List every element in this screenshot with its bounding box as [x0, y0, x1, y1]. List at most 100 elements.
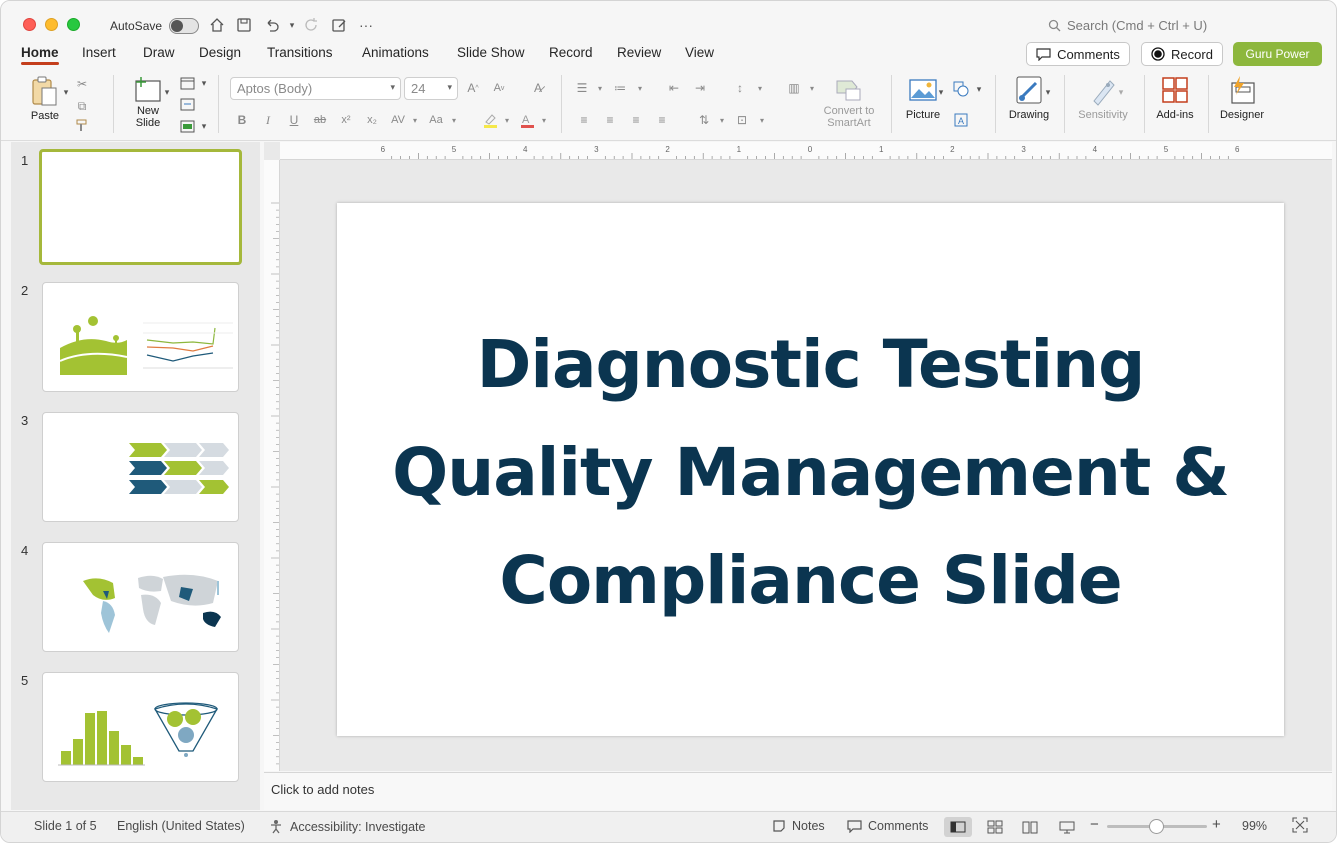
text-direction-icon[interactable]: ⇅ [695, 111, 713, 129]
normal-view-button[interactable] [944, 817, 972, 837]
tab-slide-show[interactable]: Slide Show [457, 45, 525, 60]
align-center-icon[interactable]: ≡ [601, 111, 619, 129]
fit-to-window-button[interactable] [1292, 817, 1308, 833]
undo-dropdown-chevron-icon[interactable]: ▾ [282, 15, 302, 35]
notes-toggle-button[interactable]: Notes [772, 819, 825, 833]
add-ins-button[interactable]: Add-ins [1152, 75, 1198, 121]
minimize-window-button[interactable] [45, 18, 58, 31]
clear-formatting-icon[interactable]: A̷ [529, 79, 547, 97]
tab-transitions[interactable]: Transitions [267, 45, 333, 60]
tab-record[interactable]: Record [549, 45, 593, 60]
tab-view[interactable]: View [685, 45, 714, 60]
bold-icon[interactable]: B [233, 111, 251, 129]
zoom-slider-thumb[interactable] [1149, 819, 1164, 834]
font-size-select[interactable]: 24 ▾ [404, 77, 458, 100]
font-name-select[interactable]: Aptos (Body) ▾ [230, 77, 401, 100]
tab-animations[interactable]: Animations [362, 45, 429, 60]
slide-thumbnail-4[interactable] [42, 542, 239, 652]
columns-icon[interactable]: ▥ [785, 79, 803, 97]
section-icon[interactable] [178, 117, 196, 135]
more-options-icon[interactable]: ··· [356, 15, 376, 35]
bullets-icon[interactable]: ☰ [573, 79, 591, 97]
customize-save-icon[interactable] [329, 15, 349, 35]
tab-review[interactable]: Review [617, 45, 661, 60]
shapes-dropdown-chevron-icon[interactable]: ▾ [970, 80, 988, 98]
justify-icon[interactable]: ≡ [653, 111, 671, 129]
change-case-chevron-icon[interactable]: ▾ [445, 111, 463, 129]
text-direction-chevron-icon[interactable]: ▾ [713, 111, 731, 129]
layout-dropdown-chevron-icon[interactable]: ▾ [195, 74, 213, 92]
text-box-icon[interactable]: A [952, 111, 970, 129]
bullets-chevron-icon[interactable]: ▾ [591, 79, 609, 97]
notes-pane[interactable]: Click to add notes [264, 772, 1332, 810]
tab-home[interactable]: Home [21, 45, 59, 65]
increase-font-size-icon[interactable]: A ^ [464, 79, 482, 97]
line-spacing-chevron-icon[interactable]: ▾ [751, 79, 769, 97]
decrease-indent-icon[interactable]: ⇤ [665, 79, 683, 97]
format-painter-icon[interactable] [73, 117, 91, 135]
align-left-icon[interactable]: ≡ [575, 111, 593, 129]
highlight-icon[interactable] [481, 111, 499, 129]
reading-view-button[interactable] [1016, 817, 1044, 837]
numbering-icon[interactable]: ≔ [611, 79, 629, 97]
tab-draw[interactable]: Draw [143, 45, 175, 60]
comments-button[interactable]: Comments [1026, 42, 1130, 66]
slide-thumbnails-panel[interactable]: 1 2 3 4 5 [11, 142, 260, 810]
slide-sorter-view-button[interactable] [981, 817, 1009, 837]
character-spacing-icon[interactable]: AV [389, 111, 407, 129]
superscript-icon[interactable]: x² [337, 111, 355, 129]
subscript-icon[interactable]: x₂ [363, 111, 381, 129]
comments-toggle-button[interactable]: Comments [847, 819, 928, 833]
slide-thumbnail-5[interactable] [42, 672, 239, 782]
section-dropdown-chevron-icon[interactable]: ▾ [195, 117, 213, 135]
search-box[interactable]: Search (Cmd + Ctrl + U) [1048, 18, 1207, 33]
save-icon[interactable] [234, 15, 254, 35]
align-right-icon[interactable]: ≡ [627, 111, 645, 129]
zoom-in-button[interactable]: + [1212, 816, 1221, 833]
slide-show-view-button[interactable] [1053, 817, 1081, 837]
tab-insert[interactable]: Insert [82, 45, 116, 60]
highlight-chevron-icon[interactable]: ▾ [498, 111, 516, 129]
decrease-font-size-icon[interactable]: Av [490, 79, 508, 97]
home-icon[interactable] [207, 15, 227, 35]
reset-slide-icon[interactable] [178, 95, 196, 113]
sensitivity-dropdown-chevron-icon[interactable]: ▾ [1112, 83, 1130, 101]
new-slide-dropdown-chevron-icon[interactable]: ▾ [158, 83, 176, 101]
underline-icon[interactable]: U [285, 111, 303, 129]
accessibility-button[interactable]: Accessibility: Investigate [269, 819, 425, 834]
font-color-chevron-icon[interactable]: ▾ [535, 111, 553, 129]
convert-to-smartart-button[interactable]: Convert to SmartArt [817, 77, 881, 129]
font-color-icon[interactable]: A [518, 111, 536, 129]
slide-thumbnail-3[interactable] [42, 412, 239, 522]
current-slide[interactable]: Diagnostic Testing Quality Management & … [337, 203, 1284, 736]
zoom-out-button[interactable]: − [1090, 816, 1099, 833]
layout-icon[interactable] [178, 74, 196, 92]
slide-title-textbox[interactable]: Diagnostic Testing Quality Management & … [337, 311, 1284, 635]
align-text-icon[interactable]: ⊡ [733, 111, 751, 129]
zoom-window-button[interactable] [67, 18, 80, 31]
undo-icon[interactable] [262, 15, 282, 35]
increase-indent-icon[interactable]: ⇥ [691, 79, 709, 97]
line-spacing-icon[interactable]: ↕ [731, 79, 749, 97]
close-window-button[interactable] [23, 18, 36, 31]
record-button[interactable]: Record [1141, 42, 1223, 66]
character-spacing-chevron-icon[interactable]: ▾ [406, 111, 424, 129]
copy-icon[interactable]: ⧉ [73, 97, 91, 115]
slide-thumbnail-2[interactable] [42, 282, 239, 392]
numbering-chevron-icon[interactable]: ▾ [631, 79, 649, 97]
zoom-level[interactable]: 99% [1242, 819, 1267, 833]
designer-button[interactable]: Designer [1216, 75, 1268, 121]
italic-icon[interactable]: I [259, 111, 277, 129]
strikethrough-icon[interactable]: ab [311, 111, 329, 129]
guru-power-button[interactable]: Guru Power [1233, 42, 1322, 66]
cut-icon[interactable]: ✂ [73, 75, 91, 93]
slide-thumbnail-1[interactable] [39, 149, 242, 265]
change-case-icon[interactable]: Aa [427, 111, 445, 129]
shapes-icon[interactable] [952, 80, 970, 98]
autosave-toggle[interactable] [169, 18, 199, 34]
language-indicator[interactable]: English (United States) [117, 819, 245, 833]
tab-design[interactable]: Design [199, 45, 241, 60]
align-text-chevron-icon[interactable]: ▾ [753, 111, 771, 129]
picture-dropdown-chevron-icon[interactable]: ▾ [932, 83, 950, 101]
drawing-dropdown-chevron-icon[interactable]: ▾ [1039, 83, 1057, 101]
